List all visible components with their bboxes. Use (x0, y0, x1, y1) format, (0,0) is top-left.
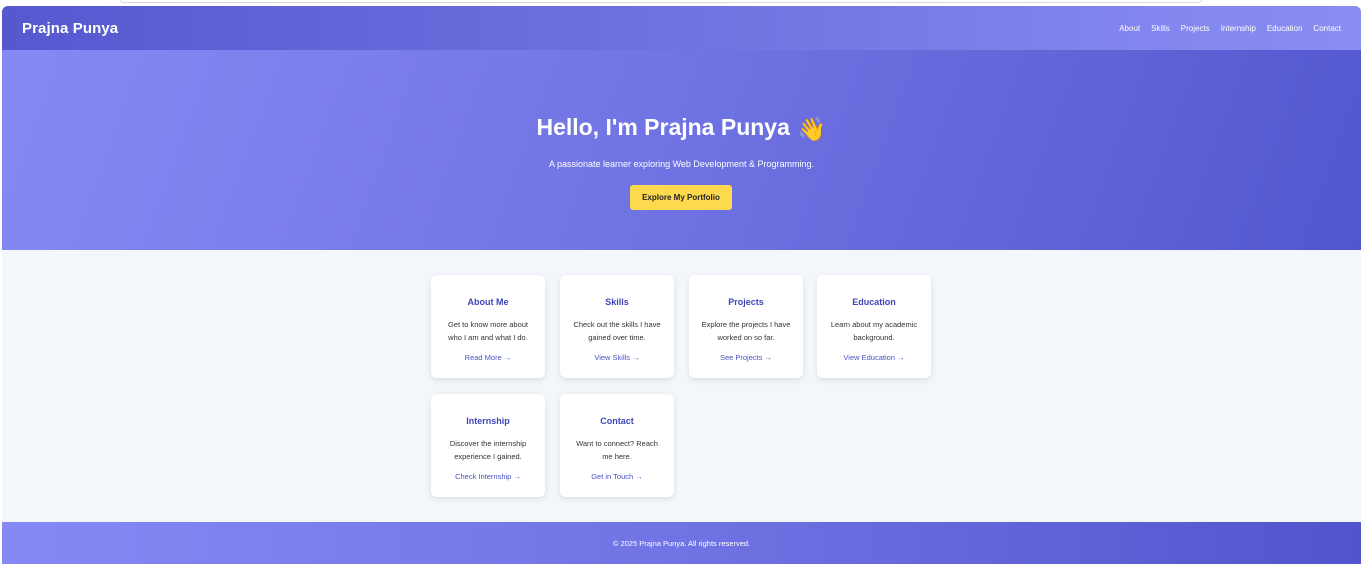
nav-link-about[interactable]: About (1119, 24, 1140, 33)
view-education-link[interactable]: View Education → (817, 353, 931, 362)
card-description: Want to connect? Reach me here. (576, 439, 658, 461)
card-education: Education Learn about my academic backgr… (817, 275, 931, 378)
nav-link-projects[interactable]: Projects (1181, 24, 1210, 33)
nav-links: About Skills Projects Internship Educati… (1108, 24, 1341, 33)
see-projects-link[interactable]: See Projects → (689, 353, 803, 362)
browser-top-edge (120, 0, 1202, 3)
card-skills: Skills Check out the skills I have gaine… (560, 275, 674, 378)
page-footer: © 2025 Prajna Punya. All rights reserved… (2, 522, 1361, 564)
page-frame: Prajna Punya About Skills Projects Inter… (2, 6, 1361, 564)
card-title: About Me (467, 297, 509, 307)
card-title: Contact (600, 416, 634, 426)
nav-link-skills[interactable]: Skills (1151, 24, 1170, 33)
card-internship: Internship Discover the internship exper… (431, 394, 545, 497)
hero-section: Hello, I'm Prajna Punya 👋 A passionate le… (2, 50, 1361, 250)
card-title: Projects (728, 297, 764, 307)
top-navbar: Prajna Punya About Skills Projects Inter… (2, 6, 1361, 50)
explore-portfolio-button[interactable]: Explore My Portfolio (630, 185, 732, 210)
card-title: Education (852, 297, 896, 307)
hero-title-text: Hello, I'm Prajna Punya (536, 114, 790, 140)
card-title: Skills (605, 297, 629, 307)
hero-subtitle: A passionate learner exploring Web Devel… (549, 159, 814, 169)
read-more-link[interactable]: Read More → (431, 353, 545, 362)
nav-link-education[interactable]: Education (1267, 24, 1303, 33)
card-about: About Me Get to know more about who I am… (431, 275, 545, 378)
hero-title: Hello, I'm Prajna Punya 👋 (2, 114, 1361, 143)
copyright-text: © 2025 Prajna Punya. All rights reserved… (612, 538, 751, 548)
card-description: Explore the projects I have worked on so… (701, 320, 791, 342)
card-contact: Contact Want to connect? Reach me here. … (560, 394, 674, 497)
brand-logo-text[interactable]: Prajna Punya (22, 20, 118, 37)
card-description: Get to know more about who I am and what… (447, 320, 529, 342)
waving-hand-icon: 👋 (797, 116, 827, 142)
card-description: Discover the internship experience I gai… (449, 439, 527, 461)
card-title: Internship (466, 416, 510, 426)
card-description: Learn about my academic background. (830, 320, 918, 342)
view-skills-link[interactable]: View Skills → (560, 353, 674, 362)
nav-link-internship[interactable]: Internship (1221, 24, 1256, 33)
card-projects: Projects Explore the projects I have wor… (689, 275, 803, 378)
nav-link-contact[interactable]: Contact (1313, 24, 1341, 33)
get-in-touch-link[interactable]: Get in Touch → (560, 472, 674, 481)
check-internship-link[interactable]: Check Internship → (431, 472, 545, 481)
card-description: Check out the skills I have gained over … (573, 320, 661, 342)
